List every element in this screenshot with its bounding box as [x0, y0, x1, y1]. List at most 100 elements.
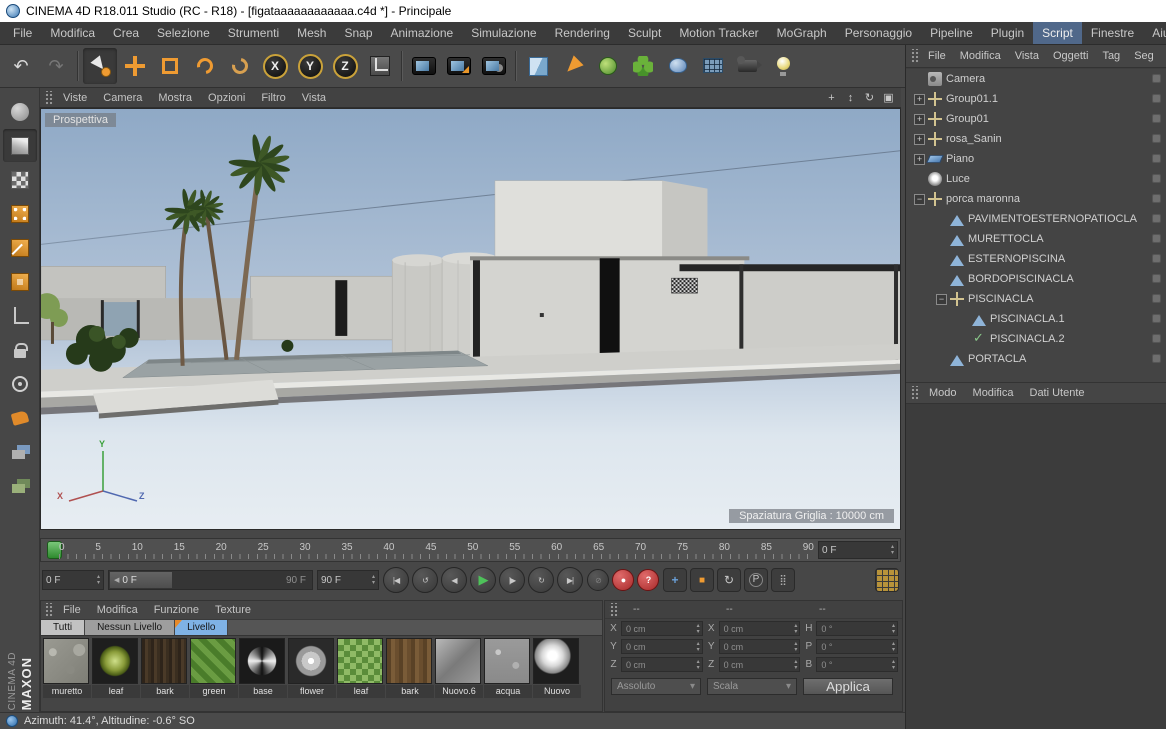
menu-item[interactable]: Sculpt: [619, 22, 670, 44]
redo-button[interactable]: ↷: [39, 48, 73, 84]
viewport-menu-item[interactable]: Filtro: [254, 92, 292, 104]
material-item[interactable]: base: [239, 638, 287, 698]
coordinate-field[interactable]: 0 cm: [718, 639, 801, 654]
paint-tool-button[interactable]: [3, 401, 37, 434]
transport-button[interactable]: ▶: [470, 567, 496, 593]
expand-toggle[interactable]: [958, 314, 969, 325]
material-menu-item[interactable]: Funzione: [147, 604, 206, 616]
object-row[interactable]: − PISCINACLA: [906, 289, 1166, 309]
menu-item[interactable]: Finestre: [1082, 22, 1143, 44]
menu-item[interactable]: Simulazione: [462, 22, 545, 44]
material-thumbnail[interactable]: [190, 638, 236, 684]
layer-toggle-icon[interactable]: [1152, 334, 1161, 343]
expand-toggle[interactable]: +: [914, 133, 925, 145]
keyframe-toggle-button[interactable]: P: [744, 568, 768, 592]
menu-item[interactable]: Animazione: [382, 22, 463, 44]
material-thumbnail[interactable]: [386, 638, 432, 684]
material-filter-tab[interactable]: Livello: [175, 620, 229, 635]
expand-toggle[interactable]: −: [914, 193, 925, 205]
layer-toggle-icon[interactable]: [1152, 194, 1161, 203]
coordinate-stepper[interactable]: [892, 659, 895, 671]
last-tool-button[interactable]: [223, 48, 257, 84]
layer-manager-button[interactable]: [3, 469, 37, 502]
material-menu-item[interactable]: Texture: [208, 604, 258, 616]
coordinate-field[interactable]: 0 cm: [621, 621, 703, 636]
expand-toggle[interactable]: [936, 234, 947, 245]
deformers-menu-button[interactable]: [661, 48, 695, 84]
expand-toggle[interactable]: [914, 174, 925, 185]
viewport-camera-control-icon[interactable]: ↕: [842, 90, 859, 105]
snap-toggle-button[interactable]: [3, 367, 37, 400]
object-row[interactable]: PORTACLA: [906, 349, 1166, 369]
render-view-button[interactable]: [407, 48, 441, 84]
object-manager-grip[interactable]: [910, 49, 920, 63]
material-thumbnail[interactable]: [288, 638, 334, 684]
material-thumbnail[interactable]: [43, 638, 89, 684]
expand-toggle[interactable]: +: [914, 113, 925, 125]
object-row[interactable]: Camera: [906, 69, 1166, 89]
layer-toggle-icon[interactable]: [1152, 314, 1161, 323]
render-settings-button[interactable]: [477, 48, 511, 84]
mode-dropdown[interactable]: Assoluto: [611, 678, 701, 695]
transport-button[interactable]: ◀: [441, 567, 467, 593]
menu-item[interactable]: Rendering: [546, 22, 619, 44]
coordinate-stepper[interactable]: [697, 623, 700, 635]
coordinate-stepper[interactable]: [794, 659, 797, 671]
coordinate-field[interactable]: 0 °: [816, 621, 899, 636]
material-item[interactable]: bark: [141, 638, 189, 698]
object-row[interactable]: MURETTOCLA: [906, 229, 1166, 249]
scale-tool-button[interactable]: [153, 48, 187, 84]
object-row[interactable]: + Group01: [906, 109, 1166, 129]
apply-button[interactable]: Applica: [803, 678, 893, 695]
texture-mode-button[interactable]: [3, 163, 37, 196]
coordinate-stepper[interactable]: [892, 641, 895, 653]
model-mode-button[interactable]: [2, 129, 37, 162]
menu-item[interactable]: Plugin: [982, 22, 1033, 44]
keyframe-toggle-button[interactable]: ■: [690, 568, 714, 592]
scale-dropdown[interactable]: Scala: [707, 678, 797, 695]
transport-button[interactable]: ↺: [412, 567, 438, 593]
record-button[interactable]: ⊘: [587, 569, 609, 591]
expand-toggle[interactable]: [936, 274, 947, 285]
material-item[interactable]: green: [190, 638, 238, 698]
layer-toggle-icon[interactable]: [1152, 294, 1161, 303]
object-row[interactable]: + rosa_Sanin: [906, 129, 1166, 149]
material-item[interactable]: leaf: [337, 638, 385, 698]
range-slider-handle[interactable]: 0 F: [110, 572, 172, 588]
object-manager-menu-item[interactable]: Oggetti: [1047, 50, 1094, 62]
viewport-menu-item[interactable]: Viste: [56, 92, 94, 104]
object-row[interactable]: + Piano: [906, 149, 1166, 169]
x-axis-lock-button[interactable]: X: [258, 48, 292, 84]
menu-item[interactable]: Motion Tracker: [670, 22, 767, 44]
menu-item[interactable]: Selezione: [148, 22, 219, 44]
object-row[interactable]: PISCINACLA.1: [906, 309, 1166, 329]
generators-menu-button[interactable]: [591, 48, 625, 84]
material-thumbnail[interactable]: [239, 638, 285, 684]
layer-toggle-icon[interactable]: [1152, 254, 1161, 263]
expand-toggle[interactable]: +: [914, 153, 925, 165]
layer-toggle-icon[interactable]: [1152, 214, 1161, 223]
menu-item[interactable]: Mesh: [288, 22, 335, 44]
expand-toggle[interactable]: [936, 354, 947, 365]
layer-toggle-icon[interactable]: [1152, 154, 1161, 163]
viewport-camera-control-icon[interactable]: +: [823, 90, 840, 105]
edge-mode-button[interactable]: [3, 231, 37, 264]
object-row[interactable]: PAVIMENTOESTERNOPATIOCLA: [906, 209, 1166, 229]
material-thumbnail[interactable]: [141, 638, 187, 684]
frame-stepper[interactable]: [891, 544, 894, 556]
expand-toggle[interactable]: [958, 334, 969, 345]
viewport-camera-control-icon[interactable]: ↻: [861, 90, 878, 105]
layer-toggle-icon[interactable]: [1152, 94, 1161, 103]
coordinate-system-button[interactable]: [363, 48, 397, 84]
layers-button[interactable]: [3, 435, 37, 468]
coordinate-field[interactable]: 0 °: [816, 639, 899, 654]
material-item[interactable]: Nuovo: [533, 638, 581, 698]
expand-toggle[interactable]: +: [914, 93, 925, 105]
material-item[interactable]: leaf: [92, 638, 140, 698]
keyframe-toggle-button[interactable]: ↻: [717, 568, 741, 592]
viewport-grip[interactable]: [44, 90, 54, 105]
menu-item[interactable]: File: [4, 22, 41, 44]
timeline-ruler[interactable]: 0 5 10 15 20 25 30 35 40 45 50 55 60 65 …: [40, 538, 901, 562]
object-row[interactable]: ESTERNOPISCINA: [906, 249, 1166, 269]
keyframe-toggle-button[interactable]: ⣿: [771, 568, 795, 592]
